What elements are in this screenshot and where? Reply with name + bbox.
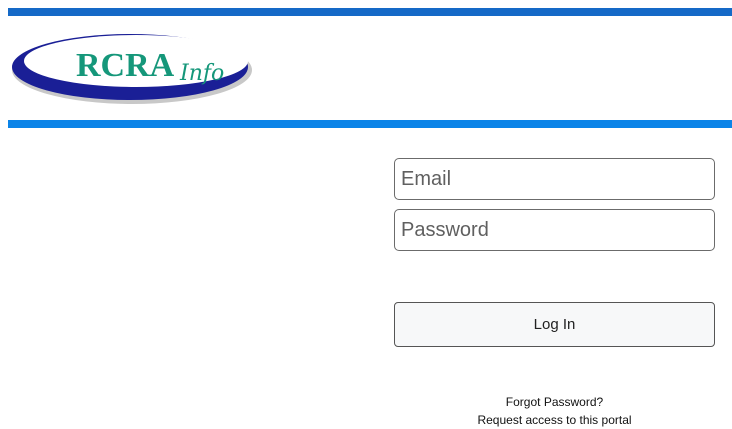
login-button[interactable]: Log In <box>394 302 715 347</box>
email-input[interactable] <box>394 158 715 200</box>
top-color-bar <box>8 8 732 16</box>
forgot-password-link[interactable]: Forgot Password? <box>394 393 715 411</box>
request-access-link[interactable]: Request access to this portal <box>394 411 715 429</box>
account-links: Forgot Password? Request access to this … <box>394 393 715 429</box>
login-form: Log In <box>394 158 715 347</box>
rcrainfo-logo: RCRA Info <box>10 28 255 108</box>
logo-main-text: RCRA <box>76 47 175 84</box>
password-input[interactable] <box>394 209 715 251</box>
header-divider <box>8 120 732 128</box>
logo-sub-text: Info <box>179 61 224 86</box>
